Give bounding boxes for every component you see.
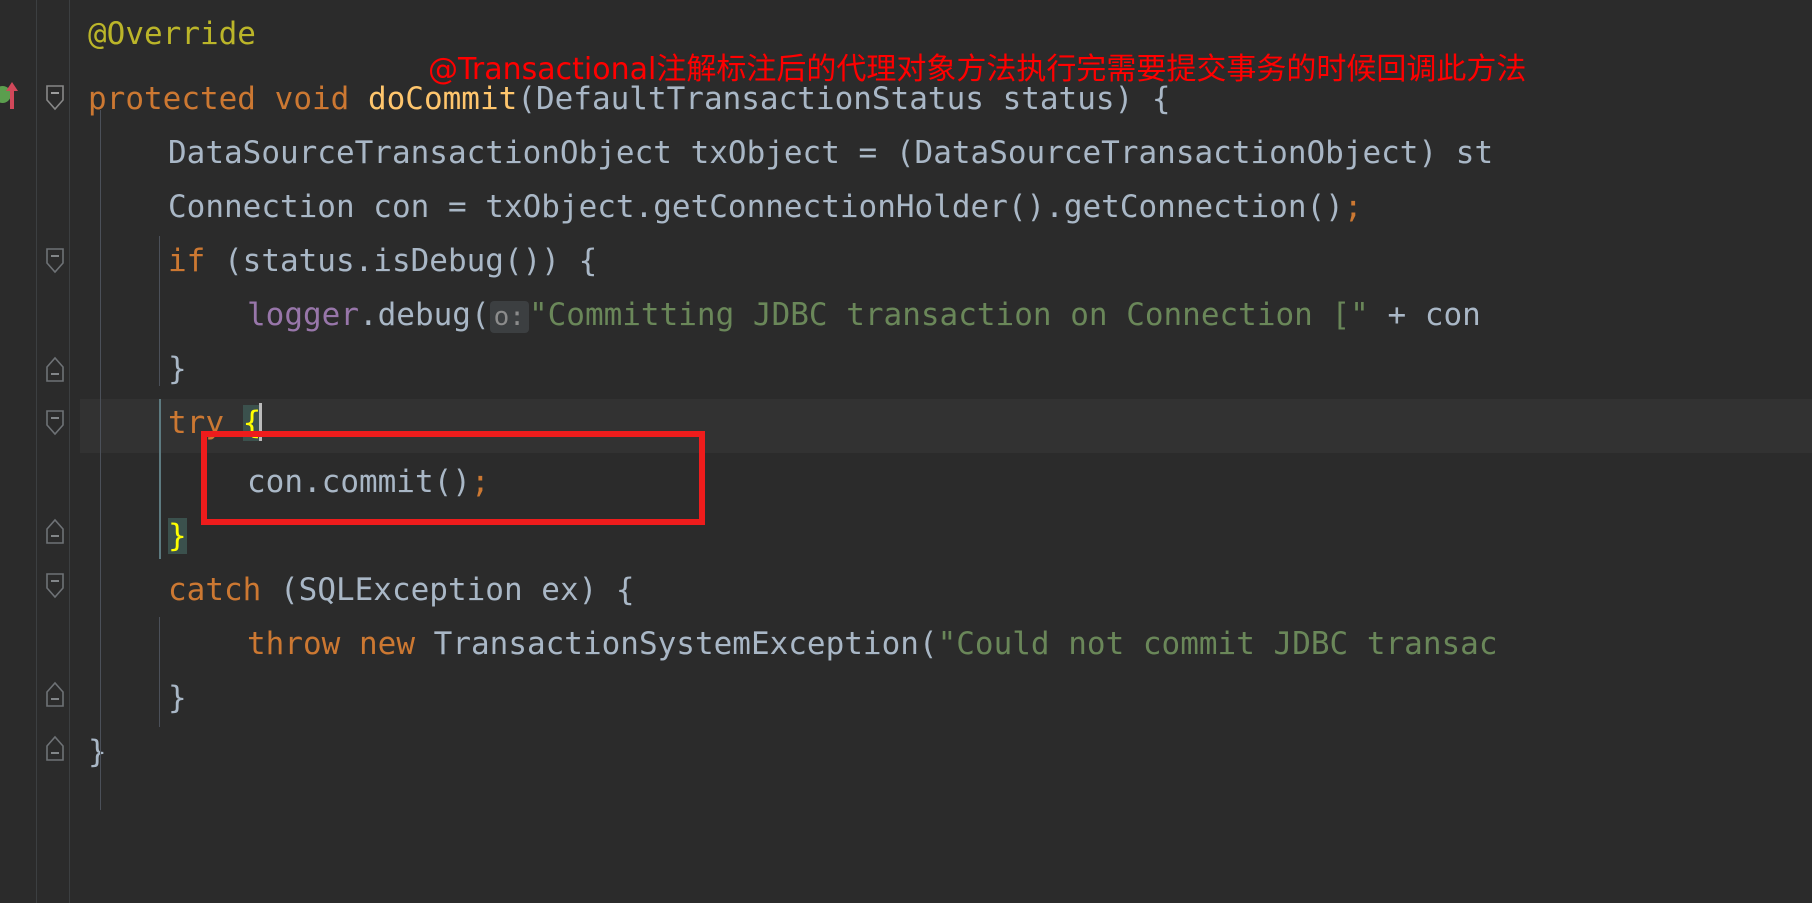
code-line[interactable]: } xyxy=(0,509,1812,563)
indent-guide-level-3-catch xyxy=(159,617,160,727)
code-token-concat: + con xyxy=(1368,297,1481,333)
code-line[interactable]: Connection con = txObject.getConnectionH… xyxy=(0,180,1812,234)
fold-marker-method[interactable] xyxy=(44,84,66,112)
code-token-string: "Could not commit JDBC transac xyxy=(937,626,1498,662)
code-token-keyword: if xyxy=(168,243,206,279)
code-token-keyword: throw xyxy=(247,626,341,662)
code-token-condition: (status.isDebug()) { xyxy=(205,243,598,279)
fold-collapse-icon xyxy=(46,410,64,436)
override-arrow-icon[interactable] xyxy=(4,80,20,110)
code-token-keyword: new xyxy=(359,626,415,662)
fold-marker-catch-block[interactable] xyxy=(44,572,66,600)
parameter-hint-badge[interactable]: o: xyxy=(489,301,529,333)
code-line[interactable]: throw new TransactionSystemException("Co… xyxy=(0,617,1812,671)
fold-collapse-icon xyxy=(46,248,64,274)
code-token-keyword: void xyxy=(274,81,350,117)
fold-collapse-icon xyxy=(46,573,64,599)
fold-end-icon xyxy=(46,518,64,544)
code-line[interactable]: } xyxy=(0,342,1812,396)
code-line[interactable]: logger.debug(o: "Committing JDBC transact… xyxy=(0,288,1812,342)
code-line[interactable]: } xyxy=(0,725,1812,779)
fold-marker-catch-end[interactable] xyxy=(44,680,66,708)
code-line[interactable]: DataSourceTransactionObject txObject = (… xyxy=(0,126,1812,180)
gutter-divider-right xyxy=(69,0,70,903)
code-line[interactable]: con.commit(); xyxy=(0,455,1812,509)
fold-end-icon xyxy=(46,681,64,707)
code-line[interactable]: } xyxy=(0,671,1812,725)
code-token-keyword: try xyxy=(168,405,224,441)
code-token-constructor: TransactionSystemException( xyxy=(415,626,938,662)
code-token-string: "Committing JDBC transaction on Connecti… xyxy=(528,297,1369,333)
code-token-matched-brace: } xyxy=(168,518,187,554)
editor-gutter[interactable] xyxy=(0,0,80,903)
code-token-brace: } xyxy=(168,351,187,387)
fold-end-icon xyxy=(46,735,64,761)
code-token-statement: DataSourceTransactionObject txObject = (… xyxy=(168,135,1494,171)
text-caret xyxy=(259,403,263,441)
code-token-semicolon: ; xyxy=(1343,189,1363,225)
code-token-semicolon: ; xyxy=(470,464,490,500)
code-token-statement: con.commit() xyxy=(247,464,471,500)
code-line-current[interactable]: try { xyxy=(0,396,1812,450)
code-line[interactable]: if (status.isDebug()) { xyxy=(0,234,1812,288)
code-token-keyword: catch xyxy=(168,572,262,608)
code-token-brace: } xyxy=(168,680,187,716)
code-token-statement: Connection con = txObject.getConnectionH… xyxy=(168,189,1344,225)
fold-marker-if-end[interactable] xyxy=(44,355,66,383)
annotation-note-text: @Transactional注解标注后的代理对象方法执行完需要提交事务的时候回调… xyxy=(428,52,1527,87)
gutter-divider-left xyxy=(36,0,37,903)
code-token-brace: } xyxy=(88,734,107,770)
fold-end-icon xyxy=(46,356,64,382)
code-token-field: logger xyxy=(247,297,359,333)
fold-marker-try-end[interactable] xyxy=(44,517,66,545)
fold-marker-try-block[interactable] xyxy=(44,409,66,437)
code-editor-view[interactable]: @Override protected void doCommit(Defaul… xyxy=(0,0,1812,903)
fold-marker-method-end[interactable] xyxy=(44,734,66,762)
code-token-annotation: @Override xyxy=(88,16,256,52)
code-token-method-call: .debug( xyxy=(358,297,490,333)
code-text-surface[interactable]: @Override protected void doCommit(Defaul… xyxy=(0,0,1812,903)
indent-guide-level-3-if xyxy=(159,290,160,346)
code-token-exception: (SQLException ex) { xyxy=(261,572,635,608)
code-line[interactable]: catch (SQLException ex) { xyxy=(0,563,1812,617)
code-token-keyword: protected xyxy=(88,81,256,117)
fold-marker-if-block[interactable] xyxy=(44,247,66,275)
override-arrow-svg xyxy=(6,82,18,109)
fold-collapse-icon xyxy=(46,85,64,111)
indent-guide-level-1 xyxy=(100,110,101,810)
indent-guide-level-2-active xyxy=(159,399,161,559)
